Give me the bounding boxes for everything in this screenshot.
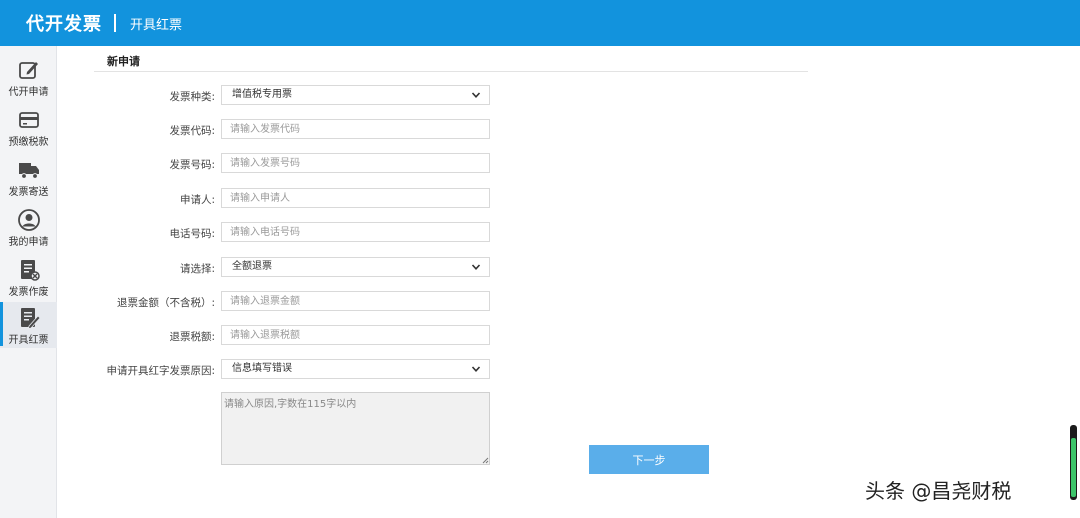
- sidebar-item-prepay[interactable]: 预缴税款: [0, 104, 57, 150]
- page-title: 开具红票: [130, 17, 183, 33]
- sidebar-item-my-applications[interactable]: 我的申请: [0, 204, 57, 250]
- resize-grip-icon[interactable]: [481, 456, 489, 464]
- user-icon: [17, 209, 40, 231]
- refund-amount-label: 退票金额（不含税）:: [116, 297, 215, 309]
- sidebar-item-apply[interactable]: 代开申请: [0, 54, 57, 100]
- title-divider: [114, 14, 116, 32]
- invoice-number-label: 发票号码:: [169, 159, 215, 171]
- chevron-down-icon: [471, 92, 481, 98]
- sidebar-item-label: 发票寄送: [8, 187, 49, 198]
- red-reason-value: 信息填写错误: [232, 363, 292, 374]
- invoice-void-icon: [20, 260, 40, 281]
- card-icon: [18, 112, 39, 128]
- chevron-down-icon: [471, 366, 481, 372]
- sidebar-item-label: 我的申请: [8, 237, 49, 248]
- scroll-indicator-fill: [1071, 438, 1076, 497]
- scroll-indicator[interactable]: [1070, 425, 1077, 500]
- next-step-button[interactable]: 下一步: [589, 445, 709, 474]
- refund-tax-input[interactable]: [221, 325, 490, 345]
- main-content: 新申请 发票种类: 增值税专用票 发票代码: 发票号码: 申请人: 电话号码: …: [57, 46, 1080, 518]
- edit-icon: [18, 62, 38, 79]
- red-reason-select[interactable]: 信息填写错误: [221, 359, 490, 379]
- phone-label: 电话号码:: [169, 228, 215, 240]
- applicant-label: 申请人:: [179, 194, 215, 206]
- app-title: 代开发票: [26, 14, 102, 35]
- sidebar-item-red-invoice[interactable]: 开具红票: [0, 302, 57, 348]
- section-title: 新申请: [107, 55, 140, 68]
- truck-icon: [18, 163, 39, 179]
- sidebar-item-label: 开具红票: [8, 335, 49, 346]
- applicant-input[interactable]: [221, 188, 490, 208]
- refund-type-value: 全额退票: [232, 261, 272, 272]
- invoice-type-label: 发票种类:: [169, 91, 215, 103]
- sidebar-item-delivery[interactable]: 发票寄送: [0, 154, 57, 200]
- sidebar-item-label: 发票作废: [8, 287, 49, 298]
- invoice-number-input[interactable]: [221, 153, 490, 173]
- phone-input[interactable]: [221, 222, 490, 242]
- invoice-type-value: 增值税专用票: [232, 89, 292, 100]
- watermark-text: 头条 @昌尧财税: [865, 479, 1012, 503]
- invoice-code-input[interactable]: [221, 119, 490, 139]
- section-divider: [94, 71, 808, 72]
- reason-textarea[interactable]: [221, 392, 490, 465]
- chevron-down-icon: [471, 264, 481, 270]
- invoice-code-label: 发票代码:: [169, 125, 215, 137]
- refund-tax-label: 退票税额:: [169, 331, 215, 343]
- invoice-type-select[interactable]: 增值税专用票: [221, 85, 490, 105]
- top-bar: 代开发票 开具红票: [0, 0, 1080, 46]
- refund-type-select[interactable]: 全额退票: [221, 257, 490, 277]
- sidebar-item-void[interactable]: 发票作废: [0, 254, 57, 300]
- invoice-pen-icon: [20, 308, 41, 330]
- red-reason-label: 申请开具红字发票原因:: [106, 365, 215, 377]
- sidebar-item-label: 预缴税款: [8, 137, 49, 148]
- sidebar: 代开申请 预缴税款 发票寄送 我的申请 发票作废 开具红票: [0, 46, 57, 518]
- choice-label: 请选择:: [179, 263, 215, 275]
- sidebar-item-label: 代开申请: [8, 87, 49, 98]
- refund-amount-input[interactable]: [221, 291, 490, 311]
